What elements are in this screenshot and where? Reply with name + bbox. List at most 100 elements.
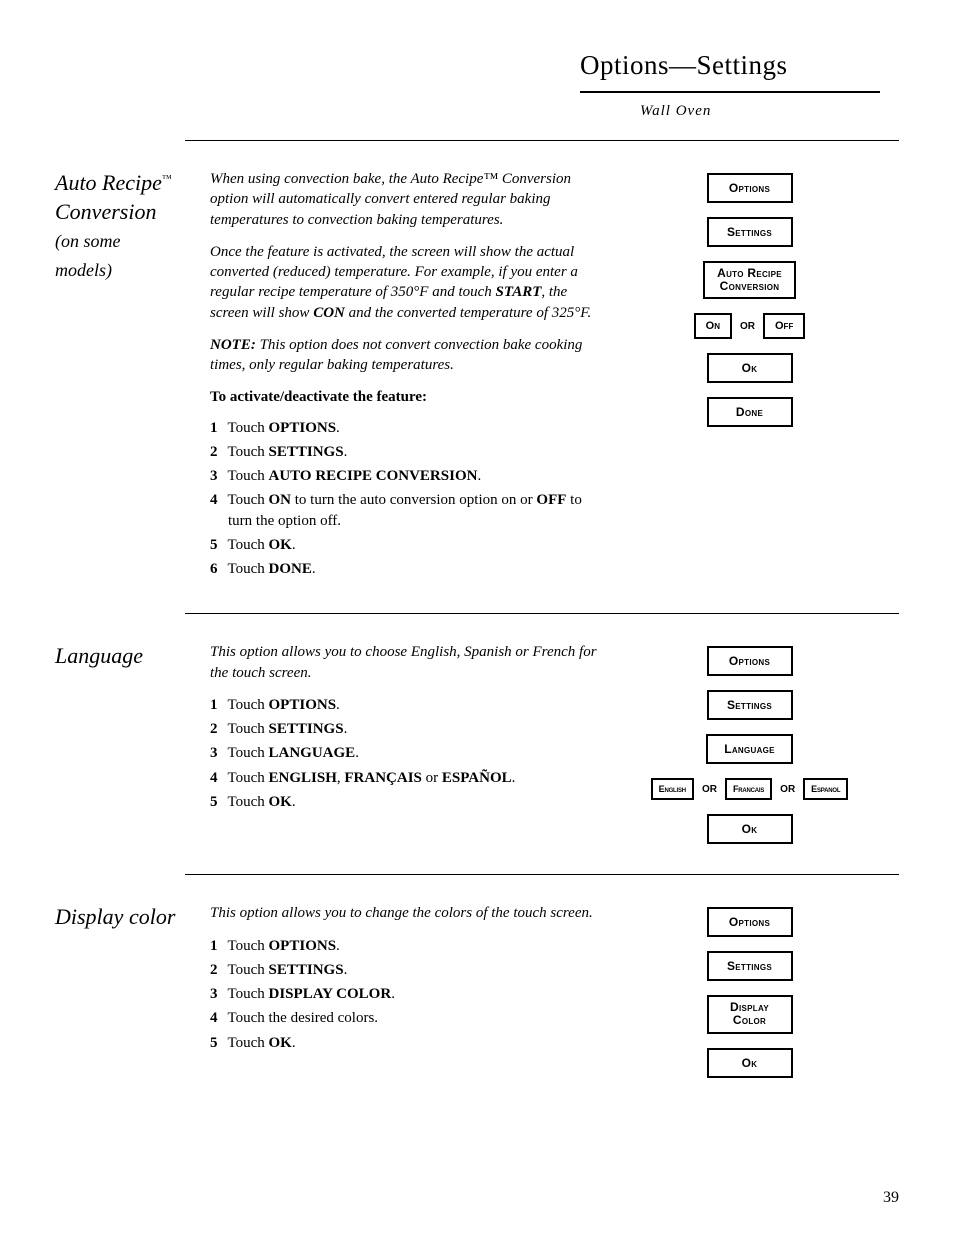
text-run: or	[422, 770, 442, 786]
done-button[interactable]: Done	[707, 397, 793, 427]
tm-symbol: ™	[162, 174, 172, 185]
step: 5 Touch OK.	[210, 535, 600, 555]
section-body: When using convection bake, the Auto Rec…	[210, 169, 600, 583]
settings-button[interactable]: Settings	[707, 690, 793, 720]
btn-line: Auto Recipe	[717, 266, 782, 280]
espanol-button[interactable]: Espanol	[803, 778, 848, 800]
text-run: Touch	[227, 794, 268, 810]
text-run: Touch	[227, 420, 268, 436]
step: 3 Touch DISPLAY COLOR.	[210, 984, 600, 1004]
step: 5 Touch OK.	[210, 1033, 600, 1053]
btn-line: Display	[730, 1000, 769, 1014]
text-run: and the converted temperature of 325°F.	[345, 305, 591, 321]
or-label: or	[780, 784, 795, 795]
divider	[185, 874, 899, 875]
step: 6 Touch DONE.	[210, 559, 600, 579]
text-run: Touch	[227, 721, 268, 737]
text-run: Touch	[227, 561, 268, 577]
bold-run: DONE	[269, 561, 312, 577]
off-button[interactable]: Off	[763, 313, 805, 339]
or-label: or	[702, 784, 717, 795]
or-label: or	[740, 321, 755, 332]
section-heading: Language	[55, 642, 210, 671]
page-header: Options—Settings Wall Oven	[580, 50, 899, 120]
step-list: 1 Touch OPTIONS. 2 Touch SETTINGS. 3 Tou…	[210, 695, 600, 812]
text-run: Touch	[227, 962, 268, 978]
text-run: Touch	[227, 770, 268, 786]
language-button[interactable]: Language	[706, 734, 793, 764]
step: 2 Touch SETTINGS.	[210, 442, 600, 462]
text-run: .	[355, 745, 359, 761]
text-run: Touch	[227, 697, 268, 713]
step-list: 1 Touch OPTIONS. 2 Touch SETTINGS. 3 Tou…	[210, 936, 600, 1053]
bold-run: OK	[269, 537, 292, 553]
step-list: 1 Touch OPTIONS. 2 Touch SETTINGS. 3 Tou…	[210, 418, 600, 580]
step: 1 Touch OPTIONS.	[210, 418, 600, 438]
text-run: Touch	[227, 938, 268, 954]
ok-button[interactable]: Ok	[707, 353, 793, 383]
section-display-color: Display color This option allows you to …	[55, 903, 899, 1077]
bold-run: SETTINGS	[269, 721, 344, 737]
on-button[interactable]: On	[694, 313, 732, 339]
text-run: .	[292, 1035, 296, 1051]
bold-run: SETTINGS	[269, 962, 344, 978]
intro-paragraph: This option allows you to choose English…	[210, 642, 600, 683]
text-run: .	[336, 697, 340, 713]
page-subtitle: Wall Oven	[640, 103, 899, 120]
bold-run: CON	[313, 305, 345, 321]
text-run: .	[477, 468, 481, 484]
text-run: .	[336, 938, 340, 954]
options-button[interactable]: Options	[707, 907, 793, 937]
text-run: Touch the desired colors.	[227, 1010, 378, 1026]
bold-run: OPTIONS	[269, 420, 337, 436]
divider	[185, 140, 899, 141]
ok-button[interactable]: Ok	[707, 814, 793, 844]
english-button[interactable]: English	[651, 778, 694, 800]
bold-run: SETTINGS	[269, 444, 344, 460]
step: 3 Touch AUTO RECIPE CONVERSION.	[210, 466, 600, 486]
button-diagram: Options Settings DisplayColor Ok	[600, 903, 899, 1077]
language-row: English or Francais or Espanol	[651, 778, 849, 800]
section-body: This option allows you to change the col…	[210, 903, 600, 1057]
divider	[185, 613, 899, 614]
settings-button[interactable]: Settings	[707, 951, 793, 981]
settings-button[interactable]: Settings	[707, 217, 793, 247]
options-button[interactable]: Options	[707, 646, 793, 676]
step: 1 Touch OPTIONS.	[210, 936, 600, 956]
paragraph: Once the feature is activated, the scree…	[210, 242, 600, 323]
heading-line: models)	[55, 260, 112, 280]
bold-run: DISPLAY COLOR	[269, 986, 392, 1002]
text-run: .	[344, 721, 348, 737]
title-rule	[580, 91, 880, 93]
section-auto-recipe: Auto Recipe™ Conversion (on some models)…	[55, 169, 899, 583]
page-number: 39	[883, 1189, 899, 1207]
text-run: .	[312, 561, 316, 577]
heading-line: Conversion	[55, 199, 156, 224]
btn-line: Conversion	[720, 279, 780, 293]
auto-recipe-conversion-button[interactable]: Auto RecipeConversion	[703, 261, 796, 299]
text-run: to turn the auto conversion option on or	[291, 492, 536, 508]
button-diagram: Options Settings Auto RecipeConversion O…	[600, 169, 899, 427]
text-run: Touch	[227, 1035, 268, 1051]
activate-header: To activate/deactivate the feature:	[210, 387, 600, 407]
text-run: .	[336, 420, 340, 436]
text-run: .	[292, 794, 296, 810]
text-run: Touch	[227, 468, 268, 484]
francais-button[interactable]: Francais	[725, 778, 772, 800]
bold-run: ESPAÑOL	[442, 770, 512, 786]
section-language: Language This option allows you to choos…	[55, 642, 899, 844]
on-off-row: On or Off	[694, 313, 806, 339]
text-run: Touch	[227, 745, 268, 761]
bold-run: OK	[269, 1035, 292, 1051]
text-run: .	[344, 444, 348, 460]
options-button[interactable]: Options	[707, 173, 793, 203]
bold-run: ENGLISH	[269, 770, 337, 786]
display-color-button[interactable]: DisplayColor	[707, 995, 793, 1033]
bold-run: OK	[269, 794, 292, 810]
bold-run: OPTIONS	[269, 697, 337, 713]
bold-run: LANGUAGE	[269, 745, 356, 761]
ok-button[interactable]: Ok	[707, 1048, 793, 1078]
text-run: .	[512, 770, 516, 786]
bold-run: OPTIONS	[269, 938, 337, 954]
bold-run: OFF	[536, 492, 566, 508]
